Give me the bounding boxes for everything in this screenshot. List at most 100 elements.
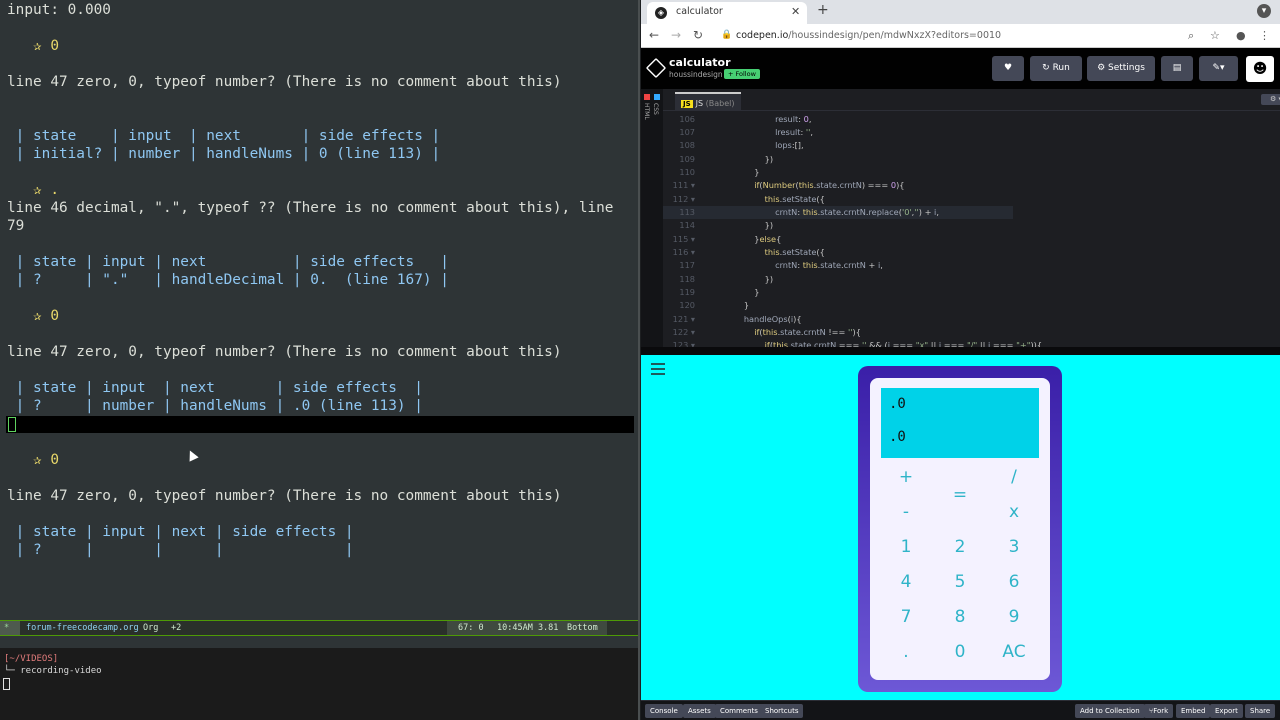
comments-button[interactable]: Comments bbox=[715, 704, 763, 718]
buffer-line: line 47 zero, 0, typeof number? (There i… bbox=[7, 488, 562, 504]
modeline-time: 10:45AM 3.81 bbox=[497, 623, 559, 633]
kebab-menu-icon[interactable]: ⋮ bbox=[1259, 29, 1270, 42]
css-marker-icon bbox=[654, 94, 660, 100]
lock-icon[interactable]: 🔒 bbox=[721, 30, 732, 40]
console-button[interactable]: Console bbox=[645, 704, 683, 718]
like-heart-icon[interactable]: ♥ bbox=[992, 56, 1024, 81]
settings-button[interactable]: ⚙ Settings bbox=[1087, 56, 1155, 81]
pen-author[interactable]: houssindesign bbox=[669, 70, 723, 79]
window-menu-icon[interactable]: ▾ bbox=[1257, 4, 1271, 18]
editor-tabbar: JSJS (Babel) ⚙ ▾ bbox=[663, 89, 1280, 111]
key-decimal[interactable]: . bbox=[886, 642, 926, 662]
pin-icon[interactable]: ✎▾ bbox=[1199, 56, 1238, 81]
text-cursor bbox=[8, 417, 16, 432]
key-7[interactable]: 7 bbox=[886, 607, 926, 627]
editor-settings-icon[interactable]: ⚙ ▾ bbox=[1261, 94, 1280, 105]
terminal-cwd: [~/VIDEOS] bbox=[4, 654, 59, 664]
display-formula: .0 bbox=[889, 396, 906, 412]
modeline-major-mode: Org bbox=[143, 623, 159, 633]
key-divide[interactable]: / bbox=[994, 467, 1034, 487]
assets-button[interactable]: Assets bbox=[683, 704, 716, 718]
shortcuts-button[interactable]: Shortcuts bbox=[760, 704, 804, 718]
key-add[interactable]: + bbox=[886, 467, 926, 487]
export-button[interactable]: Export bbox=[1210, 704, 1243, 718]
embed-button[interactable]: Embed bbox=[1176, 704, 1211, 718]
key-0[interactable]: 0 bbox=[940, 642, 980, 662]
cursor-line bbox=[6, 416, 634, 433]
zoom-icon[interactable]: ⌕ bbox=[1188, 29, 1194, 43]
table-row: | state | input | next | side effects | bbox=[7, 380, 423, 396]
key-5[interactable]: 5 bbox=[940, 572, 980, 592]
key-3[interactable]: 3 bbox=[994, 537, 1034, 557]
collapsed-editors: HTML CSS bbox=[641, 89, 663, 347]
add-to-collection-button[interactable]: Add to Collection bbox=[1075, 704, 1145, 718]
modeline-state: * bbox=[0, 621, 20, 635]
key-2[interactable]: 2 bbox=[940, 537, 980, 557]
key-equals[interactable]: = bbox=[940, 485, 980, 505]
url-host: codepen.io bbox=[736, 30, 789, 41]
key-8[interactable]: 8 bbox=[940, 607, 980, 627]
display-result: .0 bbox=[889, 429, 906, 445]
calculator-frame: .0 .0 + / = - x 1 2 3 4 5 6 7 8 9 . 0 AC bbox=[858, 366, 1062, 692]
profile-icon[interactable]: ● bbox=[1236, 29, 1246, 42]
css-editor-tab[interactable]: CSS bbox=[652, 103, 659, 115]
js-tab-label: JS bbox=[695, 99, 704, 108]
mouse-pointer-icon bbox=[185, 448, 199, 462]
modeline-position: 67: 0 bbox=[458, 623, 484, 633]
key-4[interactable]: 4 bbox=[886, 572, 926, 592]
calculator-body: .0 .0 + / = - x 1 2 3 4 5 6 7 8 9 . 0 AC bbox=[870, 378, 1050, 680]
tab-js[interactable]: JS JS (Babel) bbox=[675, 92, 741, 111]
js-tab-preprocessor: (Babel) bbox=[705, 99, 735, 108]
terminal-branch: └─ recording-video bbox=[4, 666, 102, 676]
codepen-favicon-icon: ◈ bbox=[655, 7, 667, 19]
gear-icon: ⚙ bbox=[1097, 63, 1108, 73]
refresh-icon: ↻ bbox=[1042, 63, 1053, 73]
buffer-line: ✰ 0 bbox=[7, 308, 59, 324]
modeline-scroll: Bottom bbox=[567, 623, 598, 633]
table-row: | ? | number | handleNums | .0 (line 113… bbox=[7, 398, 423, 414]
run-button[interactable]: ↻ Run bbox=[1030, 56, 1082, 81]
share-button[interactable]: Share bbox=[1245, 704, 1276, 718]
tab-title: calculator bbox=[676, 6, 723, 17]
key-clear[interactable]: AC bbox=[994, 642, 1034, 662]
avatar[interactable]: ☻ bbox=[1246, 56, 1274, 82]
mode-line: * forum-freecodecamp.org Org +2 67: 0 10… bbox=[0, 620, 638, 636]
modeline-minor-modes: +2 bbox=[171, 623, 182, 633]
codepen-footer: Console Assets Comments Shortcuts Add to… bbox=[641, 700, 1280, 720]
terminal[interactable]: [~/VIDEOS] └─ recording-video bbox=[0, 648, 640, 720]
fork-label: Fork bbox=[1153, 707, 1169, 715]
buffer-line: line 46 decimal, ".", typeof ?? (There i… bbox=[7, 200, 614, 216]
buffer-line: line 47 zero, 0, typeof number? (There i… bbox=[7, 74, 562, 90]
html-marker-icon bbox=[644, 94, 650, 100]
key-6[interactable]: 6 bbox=[994, 572, 1034, 592]
url-field[interactable]: codepen.io/houssindesign/pen/mdwNxzX?edi… bbox=[736, 30, 1001, 41]
close-tab-icon[interactable]: ✕ bbox=[791, 5, 800, 18]
codepen-logo-icon[interactable] bbox=[645, 57, 667, 79]
bookmark-star-icon[interactable]: ☆ bbox=[1210, 29, 1220, 42]
new-tab-icon[interactable]: + bbox=[817, 2, 829, 18]
layout-icon[interactable]: ▤ bbox=[1161, 56, 1193, 81]
run-label: Run bbox=[1052, 63, 1070, 73]
table-row: | ? | "." | handleDecimal | 0. (line 167… bbox=[7, 272, 449, 288]
buffer-line: ✰ . bbox=[7, 182, 59, 198]
html-editor-tab[interactable]: HTML bbox=[643, 103, 650, 120]
hamburger-menu-icon[interactable] bbox=[651, 363, 665, 375]
reload-icon[interactable]: ↻ bbox=[693, 28, 703, 42]
pen-title[interactable]: calculator bbox=[669, 56, 731, 69]
table-row: | state | input | next | side effects | bbox=[7, 254, 449, 270]
key-subtract[interactable]: - bbox=[886, 502, 926, 522]
key-multiply[interactable]: x bbox=[994, 502, 1034, 522]
key-9[interactable]: 9 bbox=[994, 607, 1034, 627]
code-area[interactable]: 106 result: 0, 107 lresult: '', 108 lops… bbox=[663, 111, 1280, 347]
js-editor-panel: HTML CSS JSJS (Babel) ⚙ ▾ 106 result: 0,… bbox=[641, 89, 1280, 347]
key-1[interactable]: 1 bbox=[886, 537, 926, 557]
terminal-cursor bbox=[3, 678, 10, 690]
forward-icon[interactable]: → bbox=[671, 28, 681, 42]
org-buffer[interactable]: input: 0.000 ✰ 0 line 47 zero, 0, typeof… bbox=[0, 0, 638, 620]
follow-button[interactable]: + Follow bbox=[724, 69, 760, 79]
fork-button[interactable]: ⑂Fork bbox=[1144, 704, 1174, 718]
browser-tab[interactable]: ◈ calculator ✕ bbox=[647, 2, 807, 24]
preview-frame: .0 .0 + / = - x 1 2 3 4 5 6 7 8 9 . 0 AC bbox=[641, 355, 1280, 700]
back-icon[interactable]: ← bbox=[649, 28, 659, 42]
table-row: | ? | | | | bbox=[7, 542, 354, 558]
